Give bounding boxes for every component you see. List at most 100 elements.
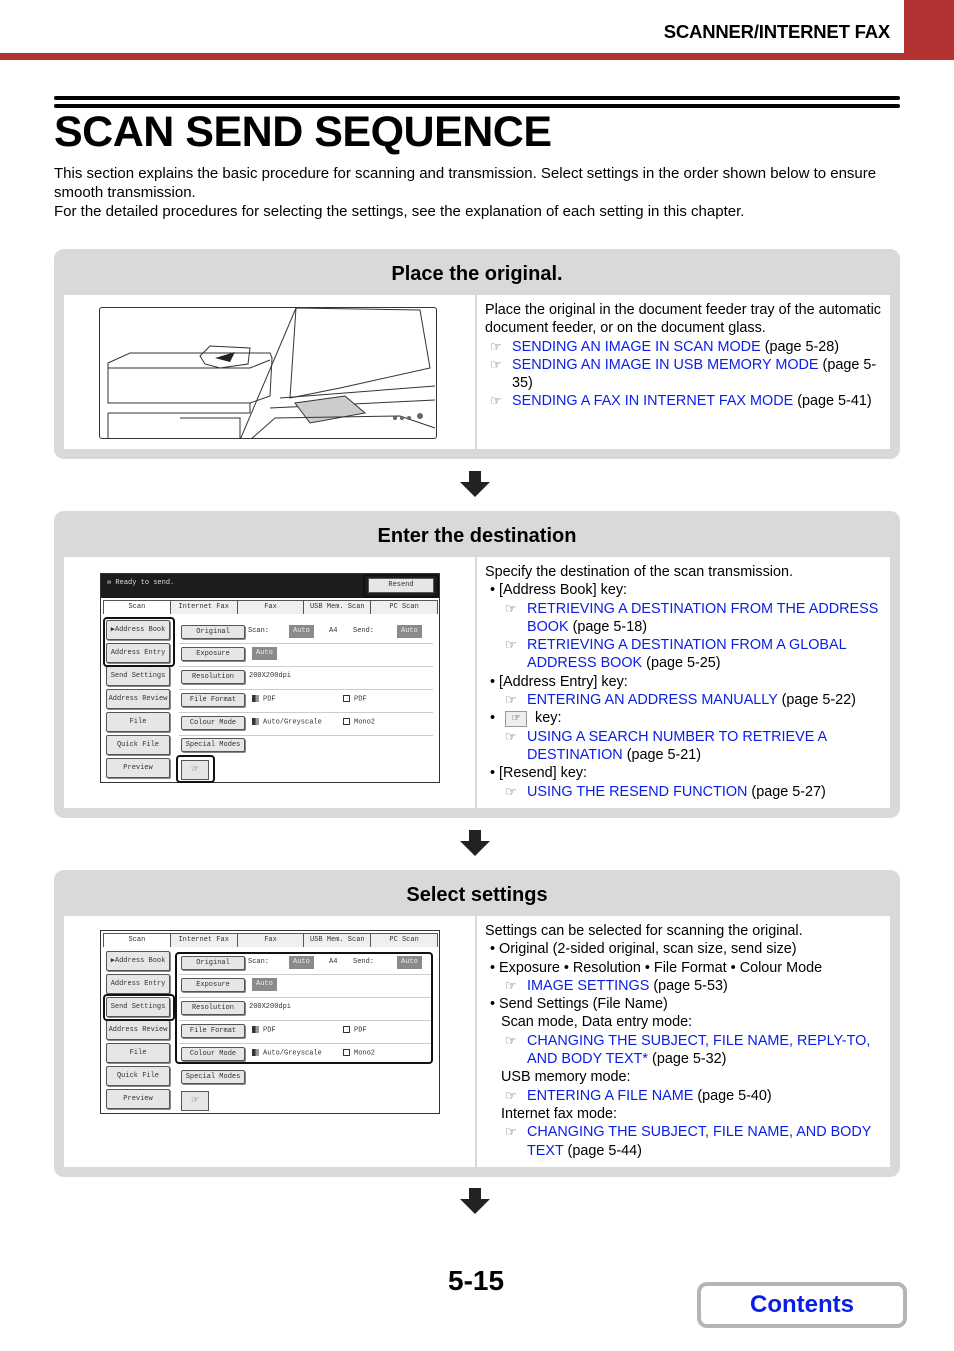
- pointing-hand-icon: ☞: [505, 1032, 517, 1048]
- copier-drawing: [107, 308, 436, 438]
- tab-usb-mem-scan[interactable]: USB Mem. Scan: [303, 600, 372, 614]
- reference-link[interactable]: SENDING AN IMAGE IN USB MEMORY MODE: [512, 357, 819, 373]
- divider: [179, 689, 433, 690]
- step-illustration-area: [64, 295, 477, 449]
- pointing-hand-icon: ☞: [505, 1124, 517, 1140]
- preview-button[interactable]: Preview: [106, 758, 170, 778]
- file-button[interactable]: File: [106, 1043, 170, 1063]
- file-format-button[interactable]: File Format: [181, 693, 245, 707]
- original-button[interactable]: Original: [181, 625, 245, 639]
- tab-pc-scan[interactable]: PC Scan: [370, 600, 438, 614]
- mail-icon: ✉: [107, 579, 112, 587]
- step-text: Place the original in the document feede…: [485, 302, 881, 337]
- reference-link-row[interactable]: ☞ USING THE RESEND FUNCTION (page 5-27): [485, 783, 882, 801]
- highlight-resend: [363, 574, 439, 598]
- reference-link[interactable]: ENTERING AN ADDRESS MANUALLY: [527, 692, 778, 708]
- tab-usb-mem-scan[interactable]: USB Mem. Scan: [303, 933, 372, 947]
- reference-link-row[interactable]: ☞ SENDING A FAX IN INTERNET FAX MODE (pa…: [485, 392, 882, 410]
- tab-fax[interactable]: Fax: [236, 600, 305, 614]
- reference-link-row[interactable]: ☞ IMAGE SETTINGS (page 5-53): [485, 977, 882, 995]
- tab-scan[interactable]: Scan: [103, 933, 171, 947]
- quick-file-button[interactable]: Quick File: [106, 1066, 170, 1086]
- section-label: SCANNER/INTERNET FAX: [663, 21, 890, 42]
- mode-tabs: Scan Internet Fax Fax USB Mem. Scan PC S…: [103, 933, 438, 947]
- divider: [179, 643, 433, 644]
- paper-size: A4: [329, 627, 338, 635]
- contents-button[interactable]: Contents: [697, 1282, 907, 1328]
- pointing-hand-icon: ☞: [490, 393, 502, 409]
- reference-page: (page 5-41): [797, 393, 872, 410]
- scan-value: Auto: [289, 625, 314, 638]
- step-title: Select settings: [406, 883, 548, 906]
- copier-illustration: [99, 307, 437, 439]
- highlight-send-settings: [103, 994, 175, 1021]
- reference-page: (page 5-53): [653, 977, 728, 994]
- page-number: 5-15: [448, 1265, 505, 1296]
- pointing-hand-icon: ☞: [505, 977, 517, 993]
- tab-scan[interactable]: Scan: [103, 600, 171, 614]
- search-key-icon: ☞: [505, 710, 528, 727]
- step-body: ✉ Ready to send. Resend Scan Internet Fa…: [64, 557, 890, 808]
- bullet-resend: • [Resend] key:: [490, 765, 588, 782]
- status-text: Ready to send.: [115, 579, 175, 587]
- reference-link[interactable]: SENDING AN IMAGE IN SCAN MODE: [512, 339, 761, 355]
- resolution-button[interactable]: Resolution: [181, 670, 245, 684]
- tab-internet-fax[interactable]: Internet Fax: [169, 600, 238, 614]
- search-number-key[interactable]: ☞: [181, 1091, 209, 1111]
- down-arrow-icon: [460, 1188, 490, 1214]
- reference-page: (page 5-44): [567, 1142, 642, 1159]
- down-arrow-icon: [460, 471, 490, 497]
- exposure-value: Auto: [252, 647, 277, 660]
- bullet-original: • Original (2-sided original, scan size,…: [490, 941, 797, 958]
- scan-mode-label: Scan mode, Data entry mode:: [501, 1014, 693, 1031]
- step-text: Settings can be selected for scanning th…: [485, 923, 803, 939]
- title-rule-top: [54, 96, 900, 100]
- address-book-button[interactable]: ▶Address Book: [106, 951, 170, 971]
- format-mono: PDF: [343, 695, 367, 703]
- reference-link[interactable]: ENTERING A FILE NAME: [527, 1088, 693, 1104]
- touch-panel-destination: ✉ Ready to send. Resend Scan Internet Fa…: [100, 573, 440, 783]
- step-text: Specify the destination of the scan tran…: [485, 564, 793, 580]
- bullet-search-key: • ☞ key:: [490, 710, 562, 727]
- reference-link-row[interactable]: ☞ ENTERING AN ADDRESS MANUALLY (page 5-22…: [485, 691, 882, 709]
- tab-fax[interactable]: Fax: [236, 933, 305, 947]
- pointing-hand-icon: ☞: [505, 637, 517, 653]
- mode-tabs: Scan Internet Fax Fax USB Mem. Scan PC S…: [103, 600, 438, 614]
- reference-link-row[interactable]: ☞ CHANGING THE SUBJECT, FILE NAME, REPLY-…: [485, 1032, 882, 1069]
- reference-link-row[interactable]: ☞ RETRIEVING A DESTINATION FROM A GLOBAL …: [485, 636, 882, 673]
- file-button[interactable]: File: [106, 712, 170, 732]
- reference-link[interactable]: IMAGE SETTINGS: [527, 978, 649, 994]
- step-title: Place the original.: [391, 262, 563, 285]
- address-entry-button[interactable]: Address Entry: [106, 974, 170, 994]
- step-description: Place the original in the document feede…: [477, 295, 890, 449]
- mode-mono-value: Mono2: [354, 718, 376, 727]
- special-modes-button[interactable]: Special Modes: [181, 738, 245, 752]
- exposure-button[interactable]: Exposure: [181, 647, 245, 661]
- intro-text: This section explains the basic procedur…: [54, 164, 904, 221]
- special-modes-button[interactable]: Special Modes: [181, 1070, 245, 1084]
- reference-link-row[interactable]: ☞ USING A SEARCH NUMBER TO RETRIEVE A DES…: [485, 728, 882, 765]
- reference-link[interactable]: USING THE RESEND FUNCTION: [527, 784, 747, 800]
- address-review-button[interactable]: Address Review: [106, 1020, 170, 1040]
- address-review-button[interactable]: Address Review: [106, 689, 170, 709]
- quick-file-button[interactable]: Quick File: [106, 735, 170, 755]
- pointing-hand-icon: ☞: [490, 338, 502, 354]
- scan-label: Scan:: [248, 627, 270, 635]
- reference-link[interactable]: SENDING A FAX IN INTERNET FAX MODE: [512, 393, 793, 409]
- tab-internet-fax[interactable]: Internet Fax: [169, 933, 238, 947]
- reference-link-row[interactable]: ☞ SENDING AN IMAGE IN USB MEMORY MODE (p…: [485, 356, 882, 393]
- step-illustration-area: ✉ Ready to send. Resend Scan Internet Fa…: [64, 557, 477, 808]
- reference-link-row[interactable]: ☞ RETRIEVING A DESTINATION FROM THE ADDRE…: [485, 600, 882, 637]
- reference-page: (page 5-32): [652, 1051, 727, 1068]
- reference-page: (page 5-40): [697, 1087, 772, 1104]
- tab-pc-scan[interactable]: PC Scan: [370, 933, 438, 947]
- reference-link-row[interactable]: ☞ CHANGING THE SUBJECT, FILE NAME, AND BO…: [485, 1123, 882, 1160]
- reference-link-row[interactable]: ☞ ENTERING A FILE NAME (page 5-40): [485, 1087, 882, 1105]
- reference-link-row[interactable]: ☞ SENDING AN IMAGE IN SCAN MODE (page 5-…: [485, 338, 882, 356]
- colour-mode-button[interactable]: Colour Mode: [181, 716, 245, 730]
- preview-button[interactable]: Preview: [106, 1089, 170, 1109]
- divider: [179, 666, 433, 667]
- touch-panel-settings: Scan Internet Fax Fax USB Mem. Scan PC S…: [100, 930, 440, 1114]
- send-settings-button[interactable]: Send Settings: [106, 666, 170, 686]
- reference-page: (page 5-18): [572, 618, 647, 635]
